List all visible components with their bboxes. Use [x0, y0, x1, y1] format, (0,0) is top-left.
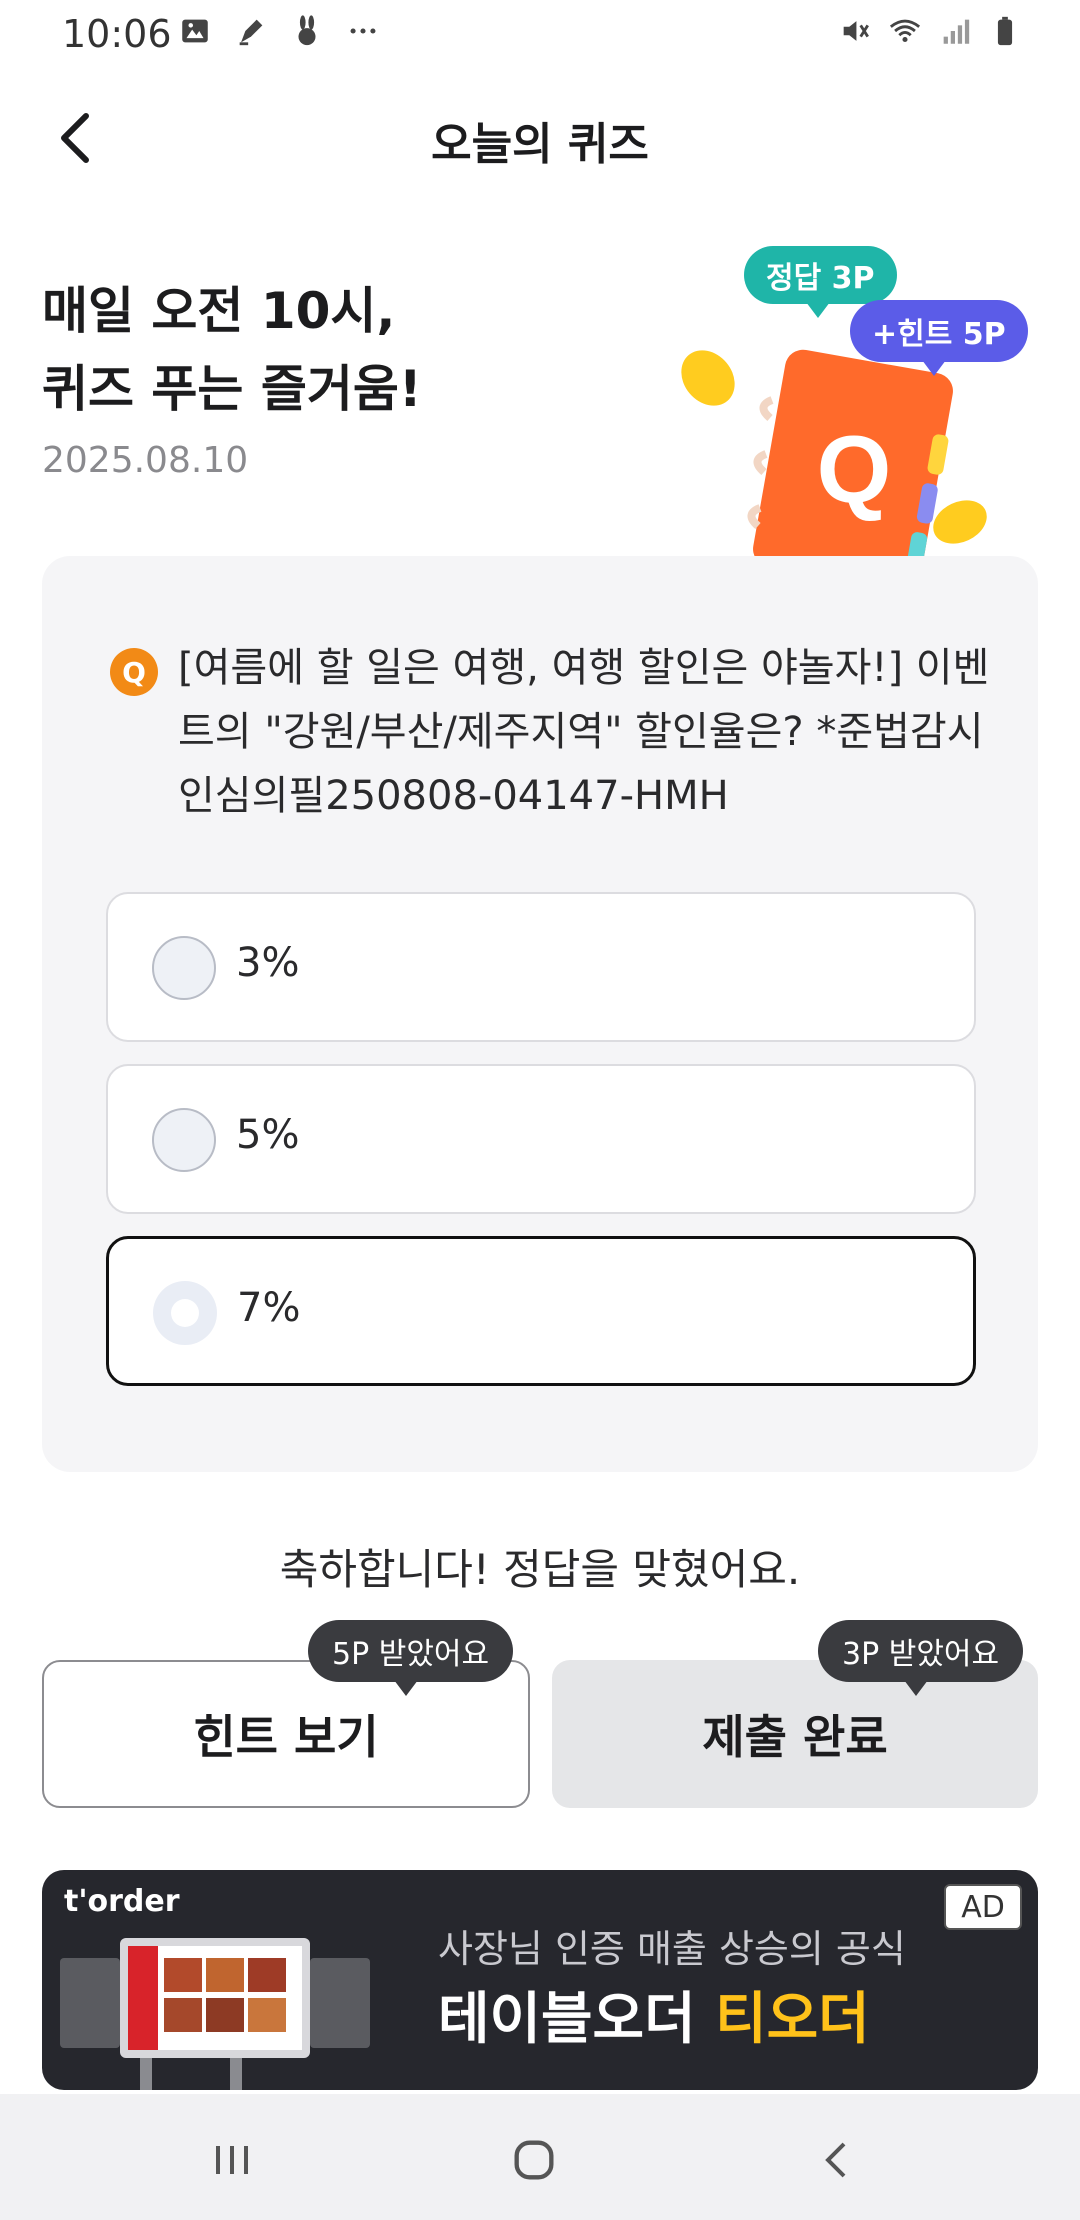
battery-icon [997, 16, 1013, 46]
option-label: 5% [236, 1112, 300, 1158]
result-message: 축하합니다! 정답을 맞혔어요. [279, 1545, 801, 1594]
home-icon [514, 2140, 554, 2180]
status-time: 10:06 [62, 12, 172, 56]
recent-apps-icon [216, 2146, 248, 2174]
ad-badge: AD [944, 1884, 1022, 1930]
ad-title-main: 테이블오더 [438, 1987, 716, 2052]
hint-points-bubble: +힌트 5P [850, 300, 1028, 376]
signal-icon [943, 19, 970, 44]
ad-brand-logo: t'order [64, 1884, 180, 1919]
ad-banner[interactable]: t'order AD 사장님 인증 매출 상승의 공식 테이블오더 티오더 [42, 1870, 1038, 2090]
mute-icon [843, 21, 869, 41]
radio-button[interactable] [152, 936, 216, 1000]
submit-complete-button[interactable]: 제출 완료 [552, 1660, 1038, 1808]
submit-reward-tooltip: 3P 받았어요 [818, 1620, 1024, 1696]
page-title: 오늘의 퀴즈 [431, 119, 649, 170]
coin-left [681, 350, 735, 406]
question-text: [여름에 할 일은 여행, 여행 할인은 야놀자!] 이벤트의 "강원/부산/제… [178, 645, 990, 819]
answer-points-bubble: 정답 3P [744, 246, 897, 318]
hero-title: 매일 오전 10시, 퀴즈 푸는 즐거움! [42, 282, 422, 418]
option-2[interactable]: 5% [106, 1064, 976, 1214]
option-label: 7% [237, 1285, 301, 1331]
more-dots-icon [350, 28, 376, 34]
notification-icons [178, 14, 380, 48]
hint-reward-tooltip: 5P 받았어요 [308, 1620, 514, 1696]
ad-title-accent: 티오더 [715, 1987, 870, 2052]
tablet-order-devices-image [60, 1938, 370, 2090]
system-navigation-bar [0, 2094, 1080, 2220]
wifi-icon [889, 19, 921, 43]
view-hint-button[interactable]: 힌트 보기 [42, 1660, 530, 1808]
gallery-icon [182, 19, 208, 43]
notebook-letter: Q [817, 416, 892, 523]
recent-apps-button[interactable] [196, 2124, 268, 2196]
question-badge: Q [110, 648, 158, 696]
ad-title: 테이블오더 티오더 [438, 1974, 870, 2055]
quiz-date: 2025.08.10 [42, 440, 249, 481]
option-3-selected[interactable]: 7% [106, 1236, 976, 1386]
app-header: 오늘의 퀴즈 [0, 80, 1080, 196]
back-icon [825, 2142, 846, 2178]
radio-button-selected[interactable] [153, 1281, 217, 1345]
ad-subtitle: 사장님 인증 매출 상승의 공식 [438, 1927, 906, 1971]
system-back-button[interactable] [802, 2124, 874, 2196]
home-button[interactable] [498, 2124, 570, 2196]
rabbit-icon [298, 15, 316, 46]
system-icons [838, 14, 1022, 48]
option-1[interactable]: 3% [106, 892, 976, 1042]
coin-right [933, 500, 987, 544]
option-label: 3% [236, 940, 300, 986]
quiz-card: Q [여름에 할 일은 여행, 여행 할인은 야놀자!] 이벤트의 "강원/부산… [42, 556, 1038, 1472]
status-bar: 10:06 [0, 0, 1080, 66]
radio-button[interactable] [152, 1108, 216, 1172]
pen-icon [239, 19, 263, 46]
